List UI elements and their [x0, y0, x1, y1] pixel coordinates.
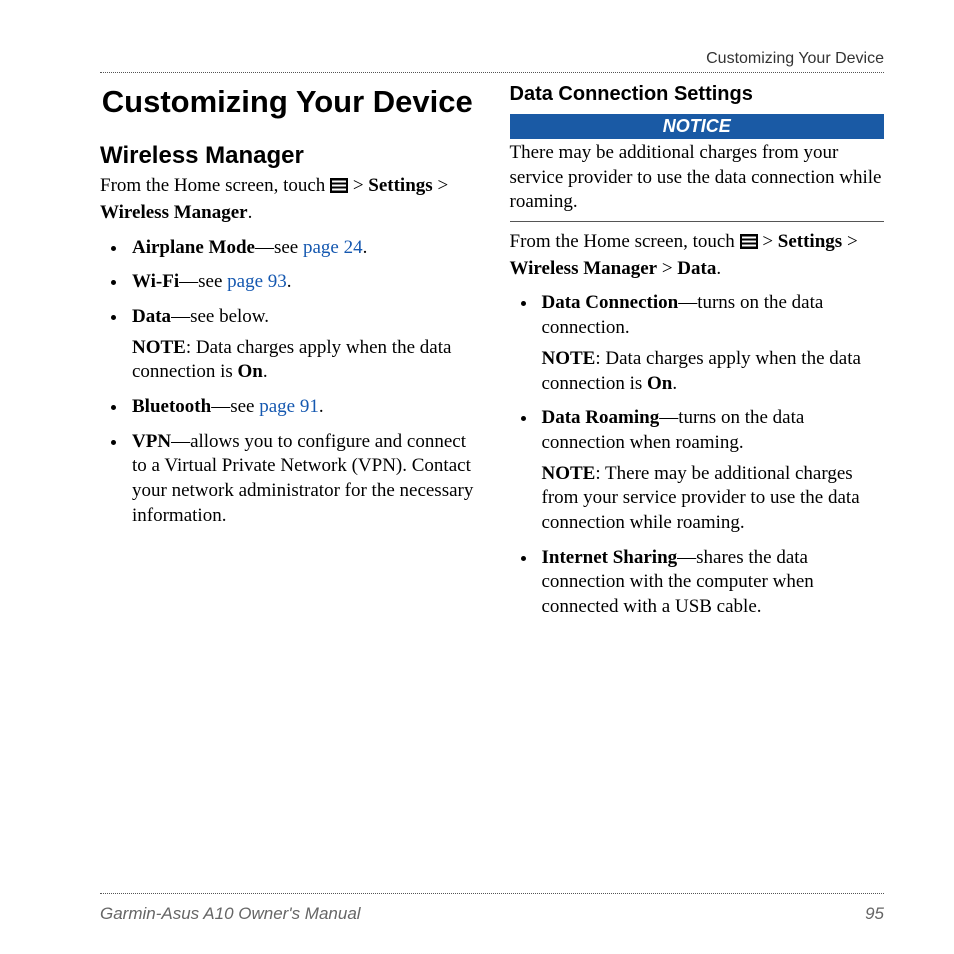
path-settings: Settings	[368, 175, 432, 196]
item-label: Wi-Fi	[132, 271, 179, 292]
data-connection-path: From the Home screen, touch > Settings >…	[510, 230, 885, 281]
note-bold: On	[238, 361, 263, 382]
path-data: Data	[677, 258, 716, 279]
footer-title: Garmin-Asus A10 Owner's Manual	[100, 904, 361, 924]
list-item: Bluetooth—see page 91.	[128, 395, 475, 420]
text: —allows you to configure and connect to …	[132, 431, 473, 526]
section-heading-wireless-manager: Wireless Manager	[100, 142, 475, 170]
menu-icon	[740, 232, 758, 257]
running-header: Customizing Your Device	[100, 50, 884, 68]
text: >	[758, 231, 778, 252]
text: —see below.	[171, 306, 269, 327]
item-label: Airplane Mode	[132, 237, 255, 258]
text: .	[248, 202, 253, 223]
list-item: Airplane Mode—see page 24.	[128, 236, 475, 261]
text: From the Home screen, touch	[510, 231, 740, 252]
text: From the Home screen, touch	[100, 175, 330, 196]
list-item: Data—see below. NOTE: Data charges apply…	[128, 305, 475, 385]
list-item: Wi-Fi—see page 93.	[128, 270, 475, 295]
text: >	[348, 175, 368, 196]
page-link[interactable]: page 91	[259, 396, 319, 417]
note-label: NOTE	[132, 337, 186, 358]
text: .	[263, 361, 268, 382]
note: NOTE: Data charges apply when the data c…	[132, 336, 475, 385]
data-connection-list: Data Connection—turns on the data connec…	[510, 291, 885, 619]
text: —see	[255, 237, 303, 258]
text: >	[657, 258, 677, 279]
subsection-heading-data-connection: Data Connection Settings	[510, 83, 885, 106]
page-link[interactable]: page 24	[303, 237, 363, 258]
list-item: Data Connection—turns on the data connec…	[538, 291, 885, 396]
wireless-manager-list: Airplane Mode—see page 24. Wi-Fi—see pag…	[100, 236, 475, 529]
note-label: NOTE	[542, 463, 596, 484]
path-wireless-manager: Wireless Manager	[510, 258, 658, 279]
notice-box: NOTICE There may be additional charges f…	[510, 114, 885, 222]
item-label: Data Connection	[542, 292, 679, 313]
page-footer: Garmin-Asus A10 Owner's Manual 95	[100, 893, 884, 924]
item-label: Data Roaming	[542, 407, 660, 428]
note: NOTE: Data charges apply when the data c…	[542, 347, 885, 396]
header-rule	[100, 72, 884, 73]
path-settings: Settings	[778, 231, 842, 252]
list-item: Data Roaming—turns on the data connectio…	[538, 406, 885, 535]
notice-body: There may be additional charges from you…	[510, 139, 885, 222]
wireless-manager-path: From the Home screen, touch > Settings >…	[100, 174, 475, 225]
text: >	[433, 175, 448, 196]
notice-bar: NOTICE	[510, 114, 885, 139]
text: —see	[179, 271, 227, 292]
text: .	[672, 373, 677, 394]
note-label: NOTE	[542, 348, 596, 369]
left-column: Customizing Your Device Wireless Manager…	[100, 83, 475, 630]
list-item: VPN—allows you to configure and connect …	[128, 430, 475, 529]
item-label: VPN	[132, 431, 171, 452]
text: .	[716, 258, 721, 279]
page-link[interactable]: page 93	[227, 271, 287, 292]
text: >	[842, 231, 857, 252]
list-item: Internet Sharing—shares the data connect…	[538, 546, 885, 620]
right-column: Data Connection Settings NOTICE There ma…	[510, 83, 885, 630]
item-label: Internet Sharing	[542, 547, 678, 568]
text: .	[363, 237, 368, 258]
page-number: 95	[865, 904, 884, 924]
menu-icon	[330, 176, 348, 201]
text: —see	[211, 396, 259, 417]
item-label: Bluetooth	[132, 396, 211, 417]
item-label: Data	[132, 306, 171, 327]
text: .	[319, 396, 324, 417]
chapter-title: Customizing Your Device	[100, 83, 475, 120]
path-wireless-manager: Wireless Manager	[100, 202, 248, 223]
note: NOTE: There may be additional charges fr…	[542, 462, 885, 536]
text: .	[287, 271, 292, 292]
note-bold: On	[647, 373, 672, 394]
